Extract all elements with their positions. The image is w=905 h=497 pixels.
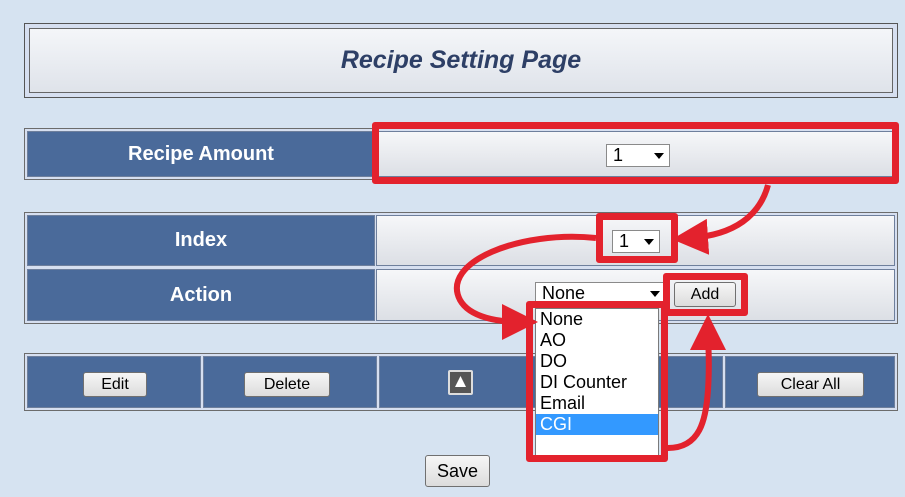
recipe-amount-label: Recipe Amount xyxy=(27,131,375,177)
save-button[interactable]: Save xyxy=(425,455,490,487)
annotation-box-dropdown xyxy=(526,301,668,462)
annotation-box-index xyxy=(596,213,678,263)
delete-button[interactable]: Delete xyxy=(244,372,330,397)
index-action-table: Index Action xyxy=(24,212,898,324)
edit-button[interactable]: Edit xyxy=(83,372,147,397)
move-up-button[interactable] xyxy=(448,370,473,395)
annotation-box-recipe-amount xyxy=(372,122,899,184)
page-title-panel: Recipe Setting Page xyxy=(24,23,898,98)
index-label: Index xyxy=(27,215,375,266)
action-label: Action xyxy=(27,269,375,321)
annotation-box-add xyxy=(663,273,748,316)
chevron-down-icon xyxy=(650,291,660,297)
page-title: Recipe Setting Page xyxy=(29,28,893,93)
triangle-up-icon xyxy=(455,376,466,387)
action-selected: None xyxy=(542,283,586,303)
clear-all-button[interactable]: Clear All xyxy=(757,372,864,397)
